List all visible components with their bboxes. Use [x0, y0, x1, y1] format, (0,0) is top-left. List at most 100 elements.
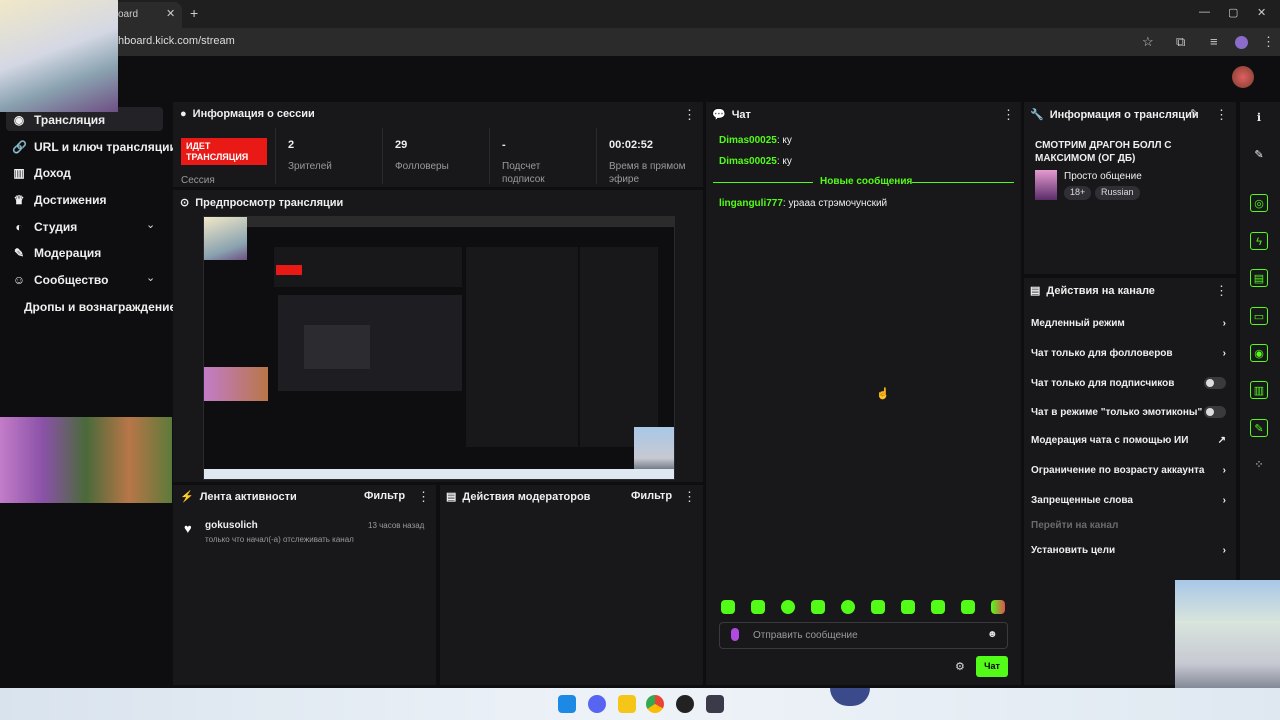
sidebar-item-label: Модерация	[34, 246, 102, 260]
category-name[interactable]: Просто общение	[1064, 171, 1142, 182]
app-icon[interactable]	[706, 695, 724, 713]
action-slow-mode[interactable]: Медленный режим ›	[1031, 318, 1226, 329]
emote-icon[interactable]	[841, 600, 855, 614]
grid-icon[interactable]: ⁘	[1250, 456, 1268, 474]
action-banned-words[interactable]: Запрещенные слова ›	[1031, 495, 1226, 506]
action-set-goals[interactable]: Установить цели ›	[1031, 545, 1226, 556]
clipboard-icon[interactable]: ▥	[1250, 381, 1268, 399]
wrench-icon[interactable]: ✎	[1250, 419, 1268, 437]
chat-menu-icon[interactable]: ⋮	[1002, 107, 1015, 123]
chat-bubble-icon[interactable]: ▭	[1250, 307, 1268, 325]
chat-message: Dimas00025: ку	[719, 156, 792, 167]
activity-user[interactable]: gokusolich	[205, 520, 258, 531]
profile-avatar[interactable]	[1235, 36, 1248, 49]
os-taskbar	[0, 688, 1280, 720]
discord-icon[interactable]	[588, 695, 606, 713]
chevron-right-icon: ›	[1222, 545, 1226, 556]
action-ai-moderation[interactable]: Модерация чата с помощью ИИ ↗	[1031, 435, 1226, 446]
sidebar-item-label: Трансляция	[34, 113, 106, 127]
activity-filter-button[interactable]: Фильтр	[364, 490, 405, 502]
sidebar-item-drops[interactable]: Дропы и вознаграждение	[24, 300, 176, 314]
sidebar-item-income[interactable]: ▥ Доход	[12, 166, 71, 180]
user-avatar[interactable]	[1232, 66, 1254, 88]
files-icon[interactable]	[618, 695, 636, 713]
preview-art	[204, 367, 268, 401]
stream-info-header: 🔧 Информация о трансляции	[1030, 108, 1199, 122]
emote-icon[interactable]	[931, 600, 945, 614]
chat-message: Dimas00025: ку	[719, 135, 792, 146]
webcam-overlay-top-left	[0, 0, 118, 112]
minimize-button[interactable]: —	[1199, 6, 1210, 18]
live-time-label: Время в прямом эфире	[609, 161, 686, 185]
preview-chat	[466, 247, 578, 447]
gear-icon[interactable]: ⚙	[955, 660, 965, 673]
stream-info-menu-icon[interactable]: ⋮	[1215, 107, 1228, 123]
subs-label: Подсчет подписок	[502, 161, 545, 185]
channel-actions-menu-icon[interactable]: ⋮	[1215, 283, 1228, 299]
sidebar-item-url-key[interactable]: 🔗 URL и ключ трансляции	[12, 140, 177, 154]
action-go-to-channel[interactable]: Перейти на канал	[1031, 520, 1226, 531]
preview-header: ⊙ Предпросмотр трансляции	[180, 196, 344, 210]
bookmark-star-icon[interactable]: ☆	[1142, 34, 1154, 50]
chat-input[interactable]: Отправить сообщение	[719, 622, 1008, 649]
send-chat-button[interactable]: Чат	[976, 656, 1008, 677]
mod-filter-button[interactable]: Фильтр	[631, 490, 672, 502]
extensions-icon[interactable]: ⧉	[1176, 34, 1185, 50]
emoji-icon[interactable]: ☻	[987, 629, 998, 640]
activity-text: только что начал(-а) отслеживать канал	[205, 535, 354, 544]
preview-browser-bar	[204, 217, 674, 227]
emote-icon[interactable]	[811, 600, 825, 614]
video-icon[interactable]: ◎	[1250, 194, 1268, 212]
chevron-down-icon[interactable]: ⌄	[146, 271, 155, 284]
sidebar-item-studio[interactable]: ◐ Студия	[12, 220, 77, 234]
url-field[interactable]: hboard.kick.com/stream	[118, 35, 235, 47]
info-icon[interactable]: ℹ	[1250, 109, 1268, 127]
session-menu-icon[interactable]: ⋮	[683, 107, 696, 123]
edit-icon[interactable]: ✎	[1190, 107, 1199, 120]
emote-icon[interactable]	[991, 600, 1005, 614]
new-messages-line	[912, 182, 1014, 183]
emote-icon[interactable]	[751, 600, 765, 614]
stream-preview-video[interactable]	[203, 216, 675, 480]
chrome-icon[interactable]	[646, 695, 664, 713]
action-age-restriction[interactable]: Ограничение по возрасту аккаунта ›	[1031, 465, 1226, 476]
media-icon[interactable]: ≡	[1210, 34, 1218, 49]
windows-start-icon[interactable]	[558, 695, 576, 713]
mod-actions-header: ▤ Действия модераторов	[446, 490, 591, 504]
heart-icon: ♥	[184, 521, 192, 536]
activity-menu-icon[interactable]: ⋮	[417, 489, 430, 505]
close-window-button[interactable]: ✕	[1257, 6, 1266, 19]
chevron-down-icon[interactable]: ⌄	[146, 218, 155, 231]
sidebar-item-achievements[interactable]: ♛ Достижения	[12, 193, 107, 207]
live-time-value: 00:02:52	[609, 139, 654, 151]
bolt-icon[interactable]: ϟ	[1250, 232, 1268, 250]
sidebar-item-community[interactable]: ☺ Сообщество	[12, 273, 109, 287]
pencil-icon[interactable]: ✎	[1250, 146, 1268, 164]
obs-icon[interactable]	[676, 695, 694, 713]
emote-icon[interactable]	[961, 600, 975, 614]
tag-badge: 18+	[1064, 186, 1092, 200]
overlay-art-image	[0, 417, 172, 503]
subscribers-only-toggle[interactable]	[1204, 377, 1226, 389]
document-icon[interactable]: ▤	[1250, 269, 1268, 287]
emote-icon[interactable]	[871, 600, 885, 614]
emote-only-toggle[interactable]	[1204, 406, 1226, 418]
broadcast-icon[interactable]: ◉	[1250, 344, 1268, 362]
emote-icon[interactable]	[721, 600, 735, 614]
emote-icon[interactable]	[901, 600, 915, 614]
mod-menu-icon[interactable]: ⋮	[683, 489, 696, 505]
new-tab-button[interactable]: +	[190, 5, 198, 21]
new-messages-label: Новые сообщения	[820, 176, 913, 187]
action-subscribers-only[interactable]: Чат только для подписчиков	[1031, 377, 1226, 389]
action-followers-only[interactable]: Чат только для фолловеров ›	[1031, 348, 1226, 359]
tab-close-icon[interactable]: ✕	[166, 7, 175, 20]
sidebar-item-broadcast[interactable]: ◉ Трансляция	[12, 113, 105, 127]
action-emote-only[interactable]: Чат в режиме "только эмотиконы"	[1031, 406, 1226, 418]
microphone-icon[interactable]	[731, 628, 739, 641]
emote-icon[interactable]	[781, 600, 795, 614]
sidebar-item-label: Сообщество	[34, 273, 109, 287]
sidebar-item-moderation[interactable]: ✎ Модерация	[12, 246, 101, 260]
menu-icon[interactable]: ⋮	[1262, 34, 1275, 50]
people-icon: ☺	[12, 273, 26, 287]
maximize-button[interactable]: ▢	[1228, 6, 1238, 19]
